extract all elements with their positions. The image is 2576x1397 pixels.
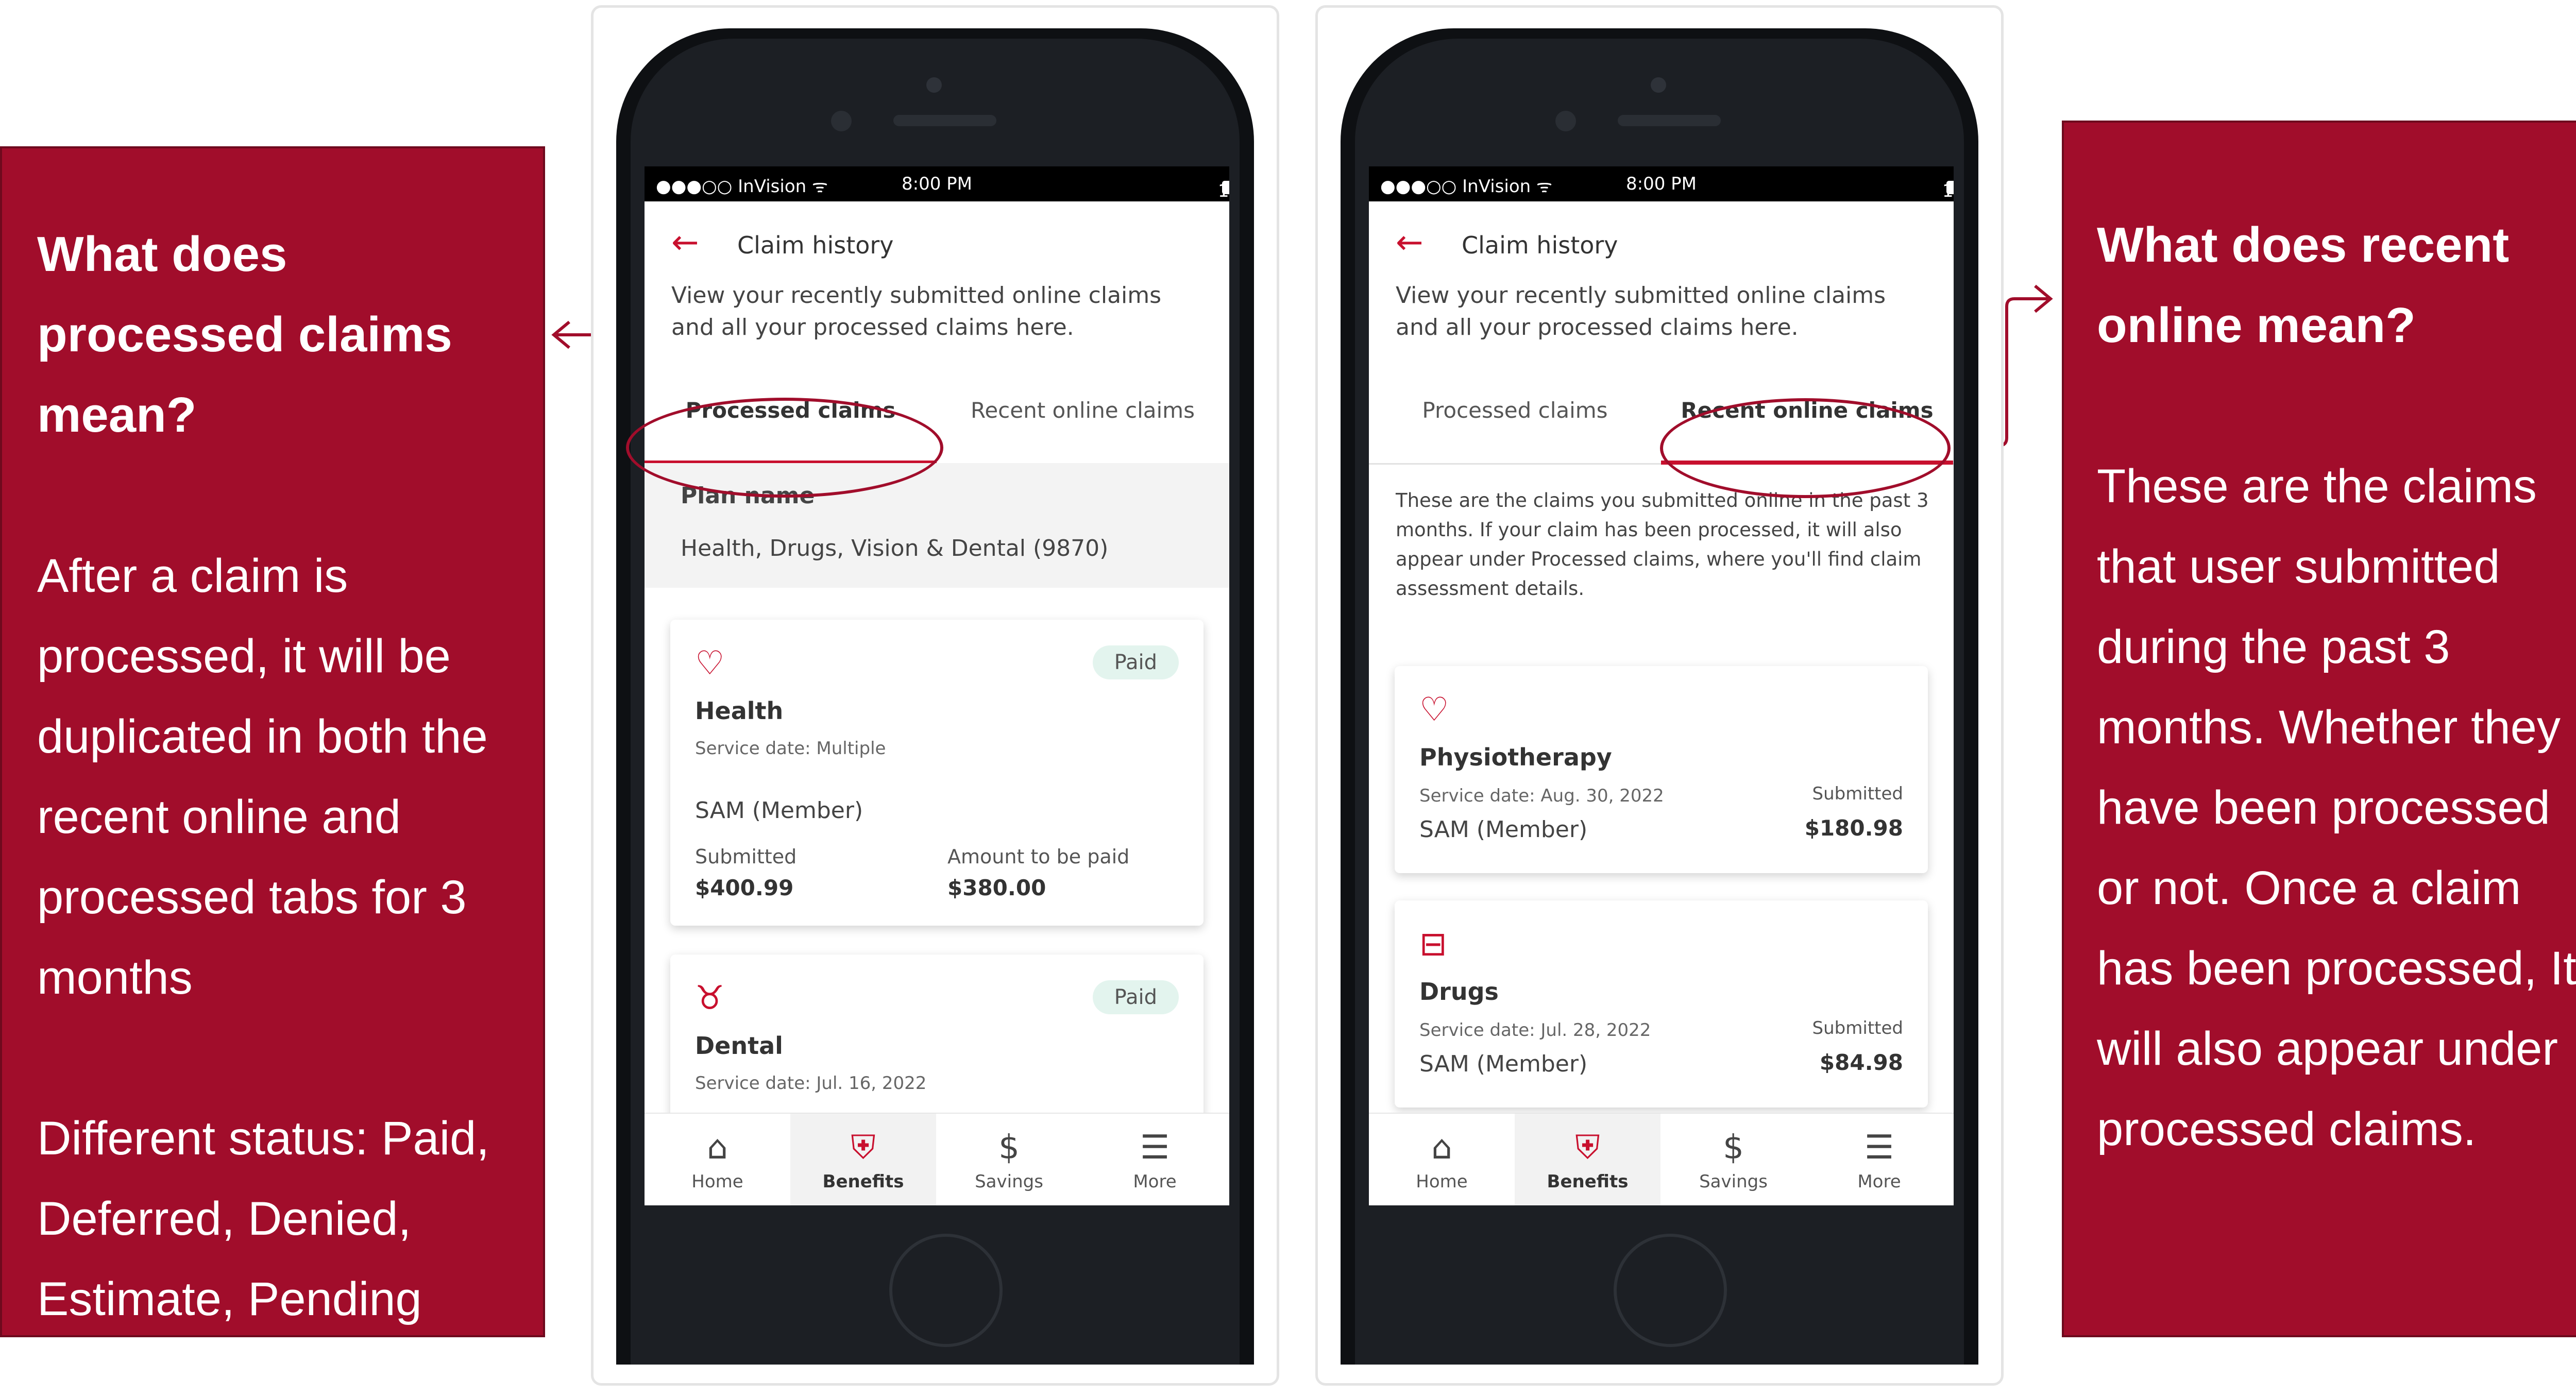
member-name: SAM (Member) [1419, 1051, 1588, 1077]
amount-value: $380.00 [947, 875, 1046, 900]
battery-icon [1946, 181, 1954, 194]
tab-recent-online-claims[interactable]: Recent online claims [937, 358, 1229, 463]
bottom-nav: ⌂ Home ⛨ Benefits $ Savings ☰ More [645, 1113, 1229, 1205]
battery-icon [1222, 181, 1229, 194]
status-badge: Paid [1092, 645, 1179, 679]
nav-label: More [1857, 1171, 1901, 1192]
dollar-circle-icon: $ [998, 1129, 1020, 1167]
member-name: SAM (Member) [1419, 816, 1588, 843]
submitted-value: $180.98 [1804, 815, 1903, 841]
sensor [831, 111, 852, 131]
home-icon: ⌂ [707, 1129, 728, 1167]
tab-processed-claims[interactable]: Processed claims [1369, 358, 1661, 463]
home-button[interactable] [889, 1234, 1003, 1347]
member-name: SAM (Member) [695, 797, 863, 824]
status-badge: Paid [1092, 980, 1179, 1014]
claim-name: Physiotherapy [1419, 743, 1612, 771]
screen-recent-online-claims: ●●●○○ InVision ᯤ 8:00 PM 100% ← Claim hi… [1369, 166, 1954, 1205]
shield-plus-icon: ⛨ [1575, 1129, 1600, 1167]
intro-text: View your recently submitted online clai… [671, 282, 1162, 340]
phone-right: ●●●○○ InVision ᯤ 8:00 PM 100% ← Claim hi… [1341, 28, 1978, 1365]
callout-question: What does processed claims mean? [37, 227, 452, 442]
plan-value: Health, Drugs, Vision & Dental (9870) [681, 535, 1109, 561]
nav-label: Benefits [822, 1171, 904, 1192]
claim-card-health[interactable]: ♡ Paid Health Service date: Multiple SAM… [670, 620, 1204, 926]
menu-icon: ☰ [1140, 1129, 1170, 1167]
bottom-nav: ⌂ Home ⛨ Benefits $ Savings ☰ More [1369, 1113, 1954, 1205]
service-date: Service date: Aug. 30, 2022 [1419, 786, 1664, 806]
submitted-value: $84.98 [1819, 1050, 1903, 1075]
callout-recent-online: What does recent online mean? These are … [2062, 121, 2576, 1337]
shield-plus-icon: ⛨ [851, 1129, 876, 1167]
tooth-icon: ♉︎ [695, 979, 725, 1017]
nav-label: Savings [1699, 1171, 1768, 1192]
claim-name: Health [695, 697, 784, 725]
camera [926, 77, 942, 93]
speaker [893, 115, 996, 126]
home-icon: ⌂ [1431, 1129, 1452, 1167]
highlight-ring-processed [626, 398, 943, 498]
callout-explanation: These are the claims that user submitted… [2097, 460, 2576, 1155]
heart-plus-icon: ♡ [1419, 691, 1449, 729]
submitted-label: Submitted [1812, 1018, 1903, 1038]
back-arrow-icon[interactable]: ← [671, 226, 699, 259]
page-title: Claim history [737, 231, 894, 259]
nav-label: Home [1416, 1171, 1468, 1192]
amount-label: Amount to be paid [947, 845, 1130, 868]
camera [1651, 77, 1666, 93]
phone-left: ●●●○○ InVision ᯤ 8:00 PM 100% ← Claim hi… [616, 28, 1254, 1365]
page-title: Claim history [1462, 231, 1618, 259]
screen-processed-claims: ●●●○○ InVision ᯤ 8:00 PM 100% ← Claim hi… [645, 166, 1229, 1205]
header: ← Claim history [645, 201, 1229, 286]
nav-home[interactable]: ⌂ Home [1369, 1114, 1515, 1205]
nav-benefits[interactable]: ⛨ Benefits [1515, 1114, 1660, 1205]
nav-label: More [1133, 1171, 1177, 1192]
header: ← Claim history [1369, 201, 1954, 286]
nav-more[interactable]: ☰ More [1806, 1114, 1952, 1205]
menu-icon: ☰ [1864, 1129, 1894, 1167]
submitted-label: Submitted [1812, 783, 1903, 804]
home-button[interactable] [1614, 1234, 1727, 1347]
phone-frame-left: ●●●○○ InVision ᯤ 8:00 PM 100% ← Claim hi… [591, 5, 1279, 1386]
claim-card-physiotherapy[interactable]: ♡ Physiotherapy Service date: Aug. 30, 2… [1395, 666, 1928, 873]
nav-label: Home [691, 1171, 743, 1192]
back-arrow-icon[interactable]: ← [1396, 226, 1423, 259]
nav-label: Savings [975, 1171, 1043, 1192]
speaker [1618, 115, 1721, 126]
highlight-ring-recent-online [1660, 398, 1951, 498]
submitted-value: $400.99 [695, 875, 794, 900]
nav-savings[interactable]: $ Savings [936, 1114, 1082, 1205]
claim-card-drugs[interactable]: ⊟ Drugs Service date: Jul. 28, 2022 SAM … [1395, 900, 1928, 1108]
clock: 8:00 PM [1626, 174, 1697, 194]
nav-label: Benefits [1547, 1171, 1629, 1192]
nav-more[interactable]: ☰ More [1082, 1114, 1228, 1205]
sensor [1555, 111, 1576, 131]
claim-name: Dental [695, 1032, 783, 1060]
callout-statuses: Different status: Paid, Deferred, Denied… [37, 1112, 489, 1325]
heart-plus-icon: ♡ [695, 644, 725, 683]
status-bar: ●●●○○ InVision ᯤ 8:00 PM 100% [1369, 166, 1954, 201]
dollar-circle-icon: $ [1723, 1129, 1744, 1167]
nav-savings[interactable]: $ Savings [1660, 1114, 1806, 1205]
callout-explanation: After a claim is processed, it will be d… [37, 550, 488, 1004]
phone-frame-right: ●●●○○ InVision ᯤ 8:00 PM 100% ← Claim hi… [1315, 5, 2004, 1386]
service-date: Service date: Jul. 28, 2022 [1419, 1020, 1651, 1041]
clock: 8:00 PM [902, 174, 972, 194]
info-note: These are the claims you submitted onlin… [1396, 489, 1929, 600]
callout-processed-claims: What does processed claims mean? After a… [0, 146, 545, 1337]
service-date: Service date: Jul. 16, 2022 [695, 1073, 927, 1094]
claim-name: Drugs [1419, 978, 1499, 1006]
service-date: Service date: Multiple [695, 738, 886, 759]
callout-question: What does recent online mean? [2097, 217, 2510, 353]
pill-bottle-icon: ⊟ [1419, 925, 1447, 963]
nav-benefits[interactable]: ⛨ Benefits [790, 1114, 936, 1205]
nav-home[interactable]: ⌂ Home [645, 1114, 790, 1205]
submitted-label: Submitted [695, 845, 797, 868]
status-bar: ●●●○○ InVision ᯤ 8:00 PM 100% [645, 166, 1229, 201]
intro-text: View your recently submitted online clai… [1396, 282, 1886, 340]
